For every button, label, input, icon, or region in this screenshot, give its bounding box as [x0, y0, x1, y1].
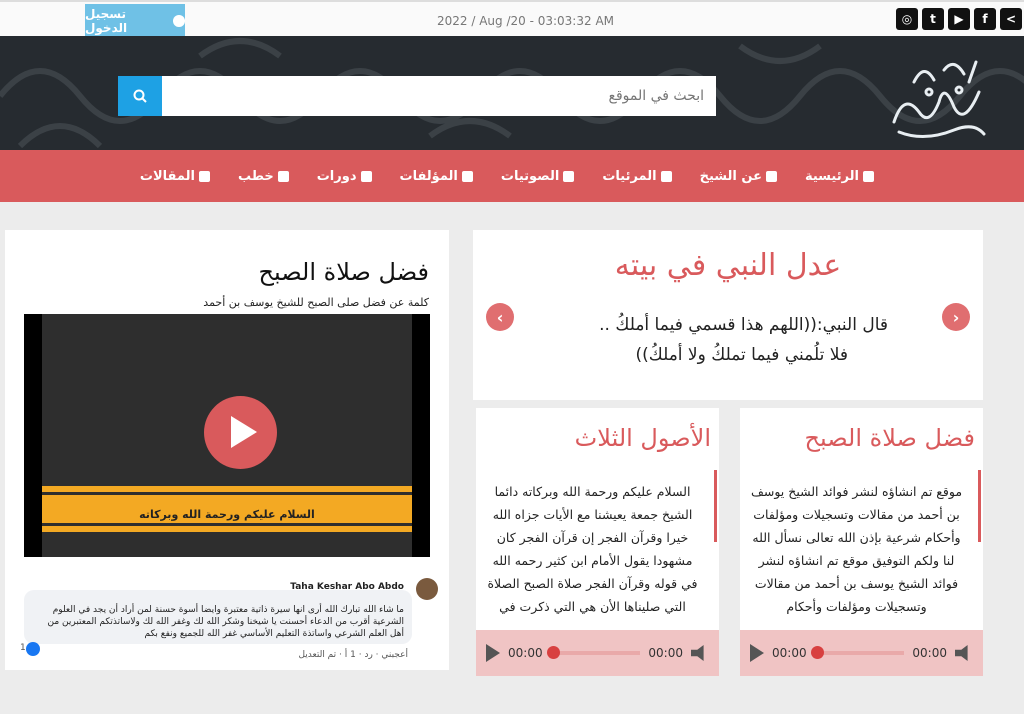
volume-icon[interactable]	[691, 645, 704, 661]
comment-meta[interactable]: أعجبني · رد · 1 أ · تم التعديل	[298, 650, 408, 660]
share-icon[interactable]: <	[1000, 8, 1022, 30]
hadith-slider: عدل النبي في بيته قال النبي:((اللهم هذا …	[473, 230, 983, 400]
slider-quote: قال النبي:((اللهم هذا قسمي فيما أملكُ ..…	[533, 310, 888, 370]
card-title[interactable]: الأصول الثلاث	[575, 424, 711, 452]
login-button[interactable]: تسجيل الدخول	[85, 4, 185, 38]
slider-next-button[interactable]: ›	[942, 303, 970, 331]
home-icon	[863, 170, 874, 182]
video-banner-text: السلام عليكم ورحمة الله وبركاته	[139, 508, 315, 521]
card-text: موقع تم انشاؤه لنشر فوائد الشيخ يوسف بن …	[750, 484, 963, 614]
play-button-icon[interactable]	[204, 396, 277, 469]
nav-item-home[interactable]: الرئيسية	[805, 169, 874, 184]
nav-item-books[interactable]: المؤلفات	[400, 169, 473, 184]
quote-line: قال النبي:((اللهم هذا قسمي فيما أملكُ ..	[599, 315, 888, 335]
user-icon	[765, 170, 777, 182]
top-bar: تسجيل الدخول 2022 / Aug /20 - 03:03:32 A…	[0, 0, 1024, 38]
slider-title: عدل النبي في بيته	[614, 248, 842, 283]
main-nav: الرئيسية عن الشيخ المرئيات الصوتيات المؤ…	[0, 150, 1024, 202]
banner-line	[42, 523, 412, 526]
facebook-comment: Taha Keshar Abo Abdo ما شاء الله تبارك ا…	[20, 572, 448, 667]
nav-label: خطب	[237, 168, 274, 184]
audio-player: 00:00 00:00	[476, 630, 719, 676]
video-title: فضل صلاة الصبح	[258, 258, 429, 286]
nav-item-sermons[interactable]: خطب	[238, 169, 289, 184]
progress-bar[interactable]	[810, 646, 905, 659]
nav-label: المقالات	[139, 168, 195, 184]
book-icon	[461, 170, 473, 182]
play-icon[interactable]	[750, 644, 764, 662]
audio-card: فضل صلاة الصبح موقع تم انشاؤه لنشر فوائد…	[740, 408, 983, 676]
list-icon	[198, 170, 210, 182]
card-text: السلام عليكم ورحمة الله وبركاته دائما ال…	[487, 484, 698, 614]
current-time: 00:00	[508, 646, 543, 660]
banner-line	[42, 492, 412, 495]
site-logo	[892, 60, 986, 138]
comment-bubble: ما شاء الله تبارك الله أرى انها سيرة ذات…	[24, 590, 412, 644]
facebook-icon[interactable]: f	[974, 8, 996, 30]
audio-player: 00:00 00:00	[740, 630, 983, 676]
like-icon	[26, 642, 40, 656]
social-links: ◎ t ▶ f <	[896, 8, 1022, 30]
nav-item-about[interactable]: عن الشيخ	[700, 169, 777, 184]
slider-prev-button[interactable]: ‹	[486, 303, 514, 331]
progress-bar[interactable]	[546, 646, 641, 659]
nav-label: الصوتيات	[500, 168, 560, 184]
nav-label: الرئيسية	[804, 168, 859, 184]
chevron-right-icon: ›	[952, 307, 960, 327]
avatar[interactable]	[416, 578, 438, 600]
chevron-left-icon: ‹	[496, 307, 504, 327]
scrollbar[interactable]	[714, 470, 717, 542]
video-panel: فضل صلاة الصبح كلمة عن فضل صلى الصبح للش…	[5, 230, 449, 670]
nav-item-articles[interactable]: المقالات	[140, 169, 210, 184]
search-icon	[133, 89, 147, 103]
search-bar	[118, 76, 716, 116]
play-circle-icon	[660, 170, 672, 182]
scrollbar[interactable]	[978, 470, 981, 542]
datetime: 2022 / Aug /20 - 03:03:32 AM	[437, 14, 614, 28]
youtube-icon[interactable]: ▶	[948, 8, 970, 30]
progress-knob[interactable]	[546, 646, 560, 659]
comment-text: ما شاء الله تبارك الله أرى انها سيرة ذات…	[47, 605, 404, 639]
quote-line: فلا تلُمني فيما تملكُ ولا أملكُ))	[635, 345, 848, 365]
search-button[interactable]	[118, 76, 162, 116]
video-subtitle: كلمة عن فضل صلى الصبح للشيخ يوسف بن أحمد	[203, 296, 429, 309]
user-circle-icon	[173, 15, 185, 27]
instagram-icon[interactable]: ◎	[896, 8, 918, 30]
like-count: 1	[20, 643, 26, 653]
search-input[interactable]	[162, 76, 716, 116]
nav-item-audio[interactable]: الصوتيات	[500, 168, 575, 184]
nav-label: المرئيات	[602, 168, 657, 184]
video-player[interactable]: السلام عليكم ورحمة الله وبركاته	[24, 314, 430, 557]
progress-knob[interactable]	[810, 646, 824, 659]
mosque-icon	[277, 170, 289, 182]
presentation-icon	[360, 170, 372, 182]
card-title[interactable]: فضل صلاة الصبح	[804, 424, 975, 452]
site-header	[0, 36, 1024, 150]
video-frame: السلام عليكم ورحمة الله وبركاته	[42, 314, 412, 557]
nav-item-videos[interactable]: المرئيات	[602, 168, 672, 184]
nav-label: عن الشيخ	[699, 168, 762, 184]
nav-label: المؤلفات	[399, 168, 458, 184]
nav-item-courses[interactable]: دورات	[317, 169, 372, 184]
audio-card: الأصول الثلاث السلام عليكم ورحمة الله وب…	[476, 408, 719, 676]
login-label: تسجيل الدخول	[85, 7, 128, 35]
nav-label: دورات	[316, 168, 357, 184]
twitter-icon[interactable]: t	[922, 8, 944, 30]
video-banner: السلام عليكم ورحمة الله وبركاته	[42, 482, 412, 532]
current-time: 00:00	[772, 646, 807, 660]
volume-icon[interactable]	[955, 645, 968, 661]
play-icon[interactable]	[486, 644, 500, 662]
total-time: 00:00	[648, 646, 683, 660]
headphones-icon	[563, 170, 575, 182]
total-time: 00:00	[912, 646, 947, 660]
